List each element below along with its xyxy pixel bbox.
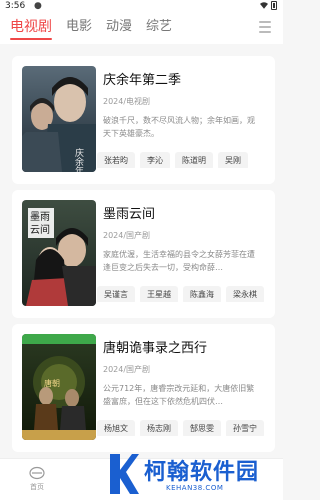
notification-dot: ● <box>34 1 42 11</box>
cast-chip[interactable]: 张若昀 <box>97 152 135 168</box>
show-card[interactable]: 墨雨 云间 墨雨云间 2024/国产剧 家庭优渥，生活幸福的县令之女薛芳菲在遭逢… <box>12 190 275 318</box>
cast-chip[interactable]: 杨旭文 <box>97 420 135 436</box>
cast-chip[interactable]: 陈鑫海 <box>183 286 221 302</box>
cast-chip[interactable]: 陈道明 <box>175 152 213 168</box>
poster-image[interactable]: 庆余年 <box>22 66 96 172</box>
status-time: 3:56 <box>5 1 26 11</box>
cast-list: 张若昀 李沁 陈道明 吴刚 <box>97 148 275 168</box>
home-icon <box>29 466 45 480</box>
cast-chip[interactable]: 王星越 <box>140 286 178 302</box>
cast-list: 吴谨言 王星越 陈鑫海 梁永棋 <box>97 282 275 302</box>
show-list: 庆余年 庆余年第二季 2024/电视剧 破浪千尺，数不尽风流人物；余年如画，观天… <box>0 46 283 458</box>
show-card[interactable]: 唐朝 唐朝诡事录之西行 2024/国产剧 公元712年，唐睿宗改元延和，大唐依旧… <box>12 324 275 452</box>
tab-anime[interactable]: 动漫 <box>106 18 132 36</box>
show-meta: 2024/电视剧 <box>103 97 151 106</box>
cast-chip[interactable]: 吴谨言 <box>97 286 135 302</box>
cast-chip[interactable]: 梁永棋 <box>226 286 264 302</box>
menu-icon[interactable] <box>259 21 271 33</box>
show-description: 破浪千尺，数不尽风流人物；余年如画，观天下英雄豪杰。 <box>103 116 255 138</box>
tab-tv-series[interactable]: 电视剧 <box>10 18 52 40</box>
top-tab-bar: 电视剧 电影 动漫 综艺 <box>0 14 283 44</box>
nav-home-button[interactable]: 首页 <box>20 464 54 498</box>
tab-variety[interactable]: 综艺 <box>146 18 172 36</box>
watermark-logo-icon <box>110 454 139 494</box>
watermark-url: KEHAN38.COM <box>166 484 224 492</box>
cast-chip[interactable]: 李沁 <box>140 152 170 168</box>
cast-chip[interactable]: 郜思雯 <box>183 420 221 436</box>
show-meta: 2024/国产剧 <box>103 231 151 240</box>
show-meta: 2024/国产剧 <box>103 365 151 374</box>
wifi-icon <box>260 2 268 9</box>
status-bar: 3:56 ● <box>0 0 283 14</box>
show-title[interactable]: 唐朝诡事录之西行 <box>103 337 207 356</box>
poster-title-text: 墨雨 <box>30 211 50 223</box>
cast-chip[interactable]: 吴刚 <box>218 152 248 168</box>
watermark-name: 柯翰软件园 <box>144 460 260 485</box>
poster-title-text: 庆余年 <box>73 147 84 172</box>
tab-movies[interactable]: 电影 <box>66 18 92 36</box>
show-title[interactable]: 墨雨云间 <box>103 203 155 222</box>
svg-text:云间: 云间 <box>30 223 50 236</box>
poster-title-text: 唐朝 <box>44 378 60 388</box>
cast-list: 杨旭文 杨志刚 郜思雯 孙雪宁 <box>97 416 275 436</box>
cast-chip[interactable]: 孙雪宁 <box>226 420 264 436</box>
battery-icon <box>271 1 277 10</box>
category-tabs: 电视剧 电影 动漫 综艺 <box>10 18 172 40</box>
poster-image[interactable]: 墨雨 云间 <box>22 200 96 306</box>
show-card[interactable]: 庆余年 庆余年第二季 2024/电视剧 破浪千尺，数不尽风流人物；余年如画，观天… <box>12 56 275 184</box>
cast-chip[interactable]: 杨志刚 <box>140 420 178 436</box>
poster-image[interactable]: 唐朝 <box>22 334 96 440</box>
show-description: 家庭优渥，生活幸福的县令之女薛芳菲在遭逢巨变之后失去一切，受构命薛… <box>103 250 255 272</box>
show-title[interactable]: 庆余年第二季 <box>103 69 181 88</box>
status-icons <box>260 1 277 10</box>
watermark: 柯翰软件园 KEHAN38.COM <box>108 452 278 498</box>
show-description: 公元712年，唐睿宗改元延和，大唐依旧繁盛富庶，但在这下依然危机四伏… <box>103 384 255 406</box>
nav-home-label: 首页 <box>30 483 44 491</box>
